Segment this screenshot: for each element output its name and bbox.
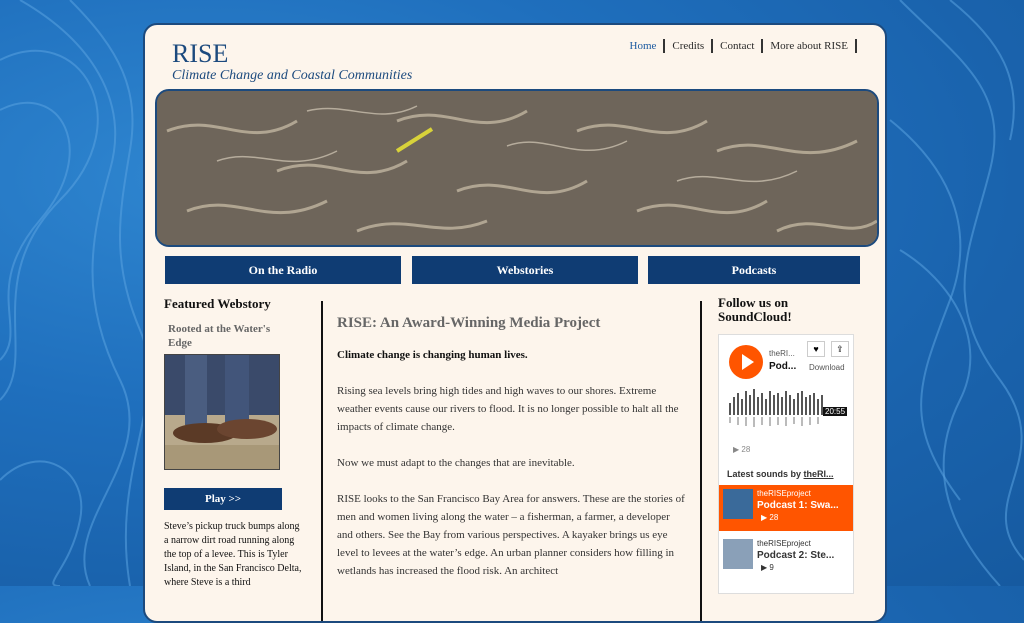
track-item-user: theRISEproject bbox=[757, 489, 811, 498]
featured-story-title[interactable]: Rooted at the Water's Edge bbox=[168, 322, 289, 350]
shrimp-photo bbox=[157, 91, 877, 245]
webstories-button[interactable]: Webstories bbox=[412, 256, 638, 284]
share-icon[interactable]: ⇪ bbox=[831, 341, 849, 357]
page-container: RISE Climate Change and Coastal Communit… bbox=[143, 23, 887, 623]
podcasts-button[interactable]: Podcasts bbox=[648, 256, 860, 284]
track-item-title: Podcast 2: Ste... bbox=[757, 550, 835, 561]
nav-more-about-link[interactable]: More about RISE bbox=[763, 39, 857, 53]
featured-excerpt: Steve’s pickup truck bumps along a narro… bbox=[164, 521, 302, 588]
main-paragraph-1: Rising sea levels bring high tides and h… bbox=[337, 385, 679, 433]
latest-user-link[interactable]: theRI... bbox=[804, 469, 834, 479]
track-thumbnail bbox=[723, 539, 753, 569]
track-item-title: Podcast 1: Swa... bbox=[757, 500, 839, 511]
nav-credits-link[interactable]: Credits bbox=[665, 39, 714, 53]
top-nav: Home Credits Contact More about RISE bbox=[623, 39, 857, 53]
main-lead: Climate change is changing human lives. bbox=[337, 349, 528, 361]
nav-contact-link[interactable]: Contact bbox=[713, 39, 764, 53]
follow-heading: Follow us on SoundCloud! bbox=[718, 295, 792, 324]
soundcloud-user[interactable]: theRI... bbox=[769, 349, 795, 358]
banner-image-shrimp bbox=[155, 89, 879, 247]
nav-home-link[interactable]: Home bbox=[623, 39, 666, 53]
play-count: ▶ 28 bbox=[733, 445, 751, 454]
heart-icon[interactable]: ♥ bbox=[807, 341, 825, 357]
track-thumbnail bbox=[723, 489, 753, 519]
soundcloud-widget: theRI... Pod... ♥ ⇪ Download 20:55 ▶ 28 … bbox=[718, 334, 854, 594]
featured-story-photo[interactable] bbox=[164, 354, 280, 470]
main-content: RISE: An Award-Winning Media Project Cli… bbox=[337, 315, 687, 580]
on-the-radio-button[interactable]: On the Radio bbox=[165, 256, 401, 284]
track-list-item[interactable]: theRISEproject Podcast 1: Swa... ▶ 28 bbox=[719, 485, 853, 531]
soundcloud-sidebar: Follow us on SoundCloud! theRI... Pod...… bbox=[718, 296, 858, 594]
site-subtitle: Climate Change and Coastal Communities bbox=[172, 68, 413, 83]
track-duration: 20:55 bbox=[823, 407, 848, 416]
latest-sounds-label: Latest sounds by theRI... bbox=[727, 469, 834, 479]
featured-heading: Featured Webstory bbox=[164, 296, 271, 311]
track-item-plays: ▶ 28 bbox=[761, 513, 779, 522]
play-icon[interactable] bbox=[729, 345, 763, 379]
boots-photo bbox=[165, 355, 279, 469]
site-title[interactable]: RISE bbox=[172, 39, 228, 69]
download-link[interactable]: Download bbox=[809, 363, 845, 372]
soundcloud-track[interactable]: Pod... bbox=[769, 361, 796, 372]
featured-webstory-sidebar: Featured Webstory Rooted at the Water's … bbox=[164, 296, 301, 590]
column-divider-right bbox=[700, 301, 702, 621]
track-item-plays: ▶ 9 bbox=[761, 563, 774, 572]
main-heading: RISE: An Award-Winning Media Project bbox=[337, 315, 601, 331]
play-story-button[interactable]: Play >> bbox=[164, 488, 282, 510]
track-item-user: theRISEproject bbox=[757, 539, 811, 548]
column-divider-left bbox=[321, 301, 323, 621]
main-paragraph-2: Now we must adapt to the changes that ar… bbox=[337, 457, 575, 469]
latest-prefix: Latest sounds by bbox=[727, 469, 804, 479]
main-paragraph-3: RISE looks to the San Francisco Bay Area… bbox=[337, 493, 685, 577]
track-list-item[interactable]: theRISEproject Podcast 2: Ste... ▶ 9 bbox=[719, 535, 853, 581]
